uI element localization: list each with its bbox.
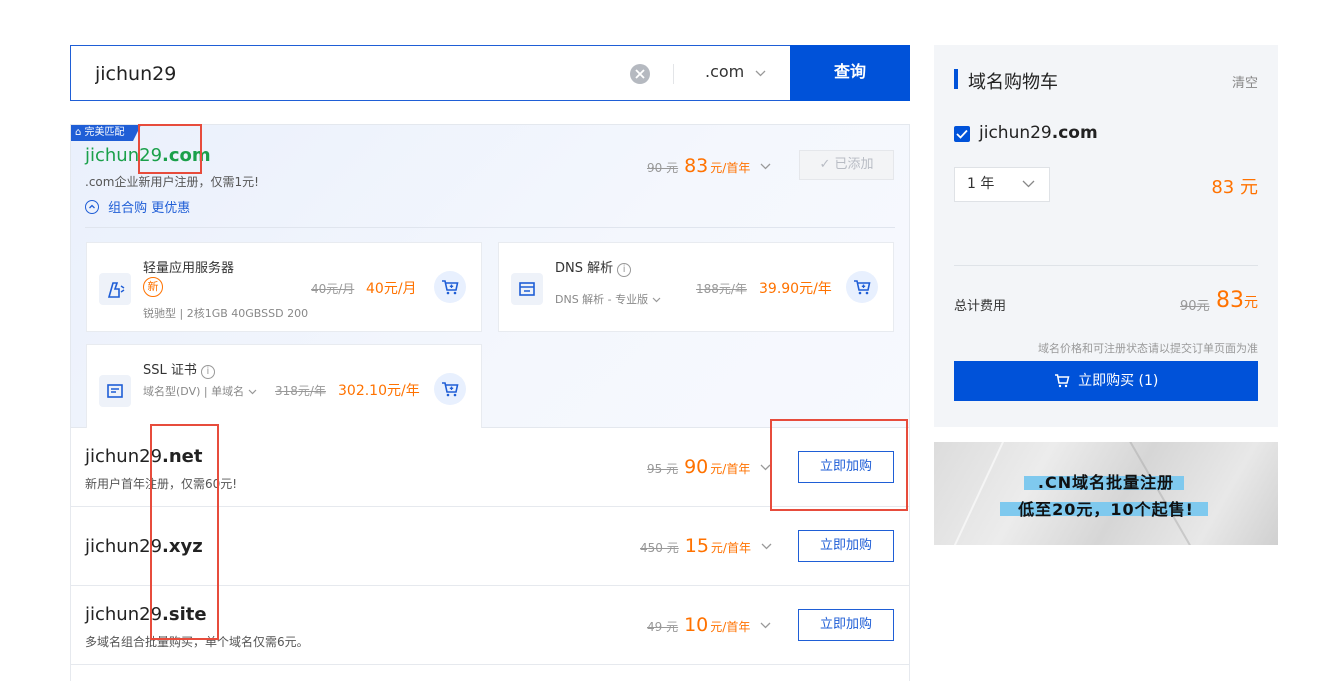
cart-item-checkbox[interactable] [954, 126, 970, 142]
product-name-wrap: SSL 证书 i [143, 359, 215, 379]
divider [673, 64, 674, 84]
product-card-server: 轻量应用服务器 新 40元/月 40元/月 锐驰型 | 2核1GB 40GBSS… [86, 242, 482, 332]
product-price: 302.10元/年 [338, 383, 420, 399]
current-price: 15 [684, 535, 709, 557]
perfect-match-badge: ⌂ 完美匹配 [71, 125, 141, 141]
domain-search-bar: .com 查询 [70, 45, 910, 101]
info-icon[interactable]: i [200, 365, 215, 379]
clear-icon[interactable] [630, 64, 650, 84]
suffix-select[interactable]: .com [705, 62, 766, 81]
current-price: 10 [684, 614, 709, 636]
banner-line-1: .CN域名批量注册 [1037, 473, 1175, 492]
annotation-box [150, 424, 219, 640]
old-price: 450 元 [640, 541, 679, 555]
total-price-value: 83 [1216, 288, 1244, 313]
product-name-wrap: DNS 解析 i [555, 257, 632, 277]
price-unit: 元/首年 [710, 620, 751, 634]
added-button[interactable]: ✓ 已添加 [799, 150, 894, 180]
annotation-box [770, 419, 908, 511]
price-unit: 元/首年 [710, 161, 751, 175]
total-old-price: 90元 [1180, 299, 1210, 314]
new-tag: 新 [143, 277, 163, 297]
year-select[interactable]: 1 年 [954, 167, 1050, 202]
current-price: 83 [684, 155, 709, 177]
cart-domain-name: jichun29 [979, 123, 1052, 143]
add-to-cart-icon[interactable] [846, 271, 878, 303]
product-name: DNS 解析 [555, 261, 614, 276]
price-notice: 域名价格和可注册状态请以提交订单页面为准 [1038, 342, 1258, 355]
product-old-price: 318元/年 [275, 384, 326, 398]
add-to-cart-button[interactable]: 立即加购 [798, 530, 894, 562]
suffix-value: .com [705, 62, 745, 81]
old-price: 95 元 [647, 462, 679, 476]
product-spec: 锐驰型 | 2核1GB 40GBSSD 200 [143, 307, 309, 320]
product-spec: 域名型(DV) | 单域名 [143, 385, 245, 398]
chevron-down-icon[interactable] [760, 159, 771, 173]
product-old-price: 40元/月 [311, 282, 355, 296]
chevron-down-icon [755, 62, 766, 81]
dns-icon [511, 273, 543, 305]
chevron-down-icon [652, 297, 661, 303]
total-label: 总计费用 [954, 299, 1007, 314]
promo-banner[interactable]: .CN域名批量注册 低至20元，10个起售! [934, 442, 1278, 545]
divider [85, 227, 895, 228]
total-price: 83元 [1216, 288, 1258, 313]
divider [954, 265, 1258, 266]
product-price: 40元/月 [366, 281, 417, 297]
chevron-down-icon [248, 389, 257, 395]
check-icon: ✓ [819, 157, 831, 172]
cart-domain-tld: .com [1051, 123, 1098, 143]
add-to-cart-button[interactable]: 立即加购 [798, 609, 894, 641]
buy-now-label: 立即购买 (1) [1078, 373, 1159, 389]
domain-price: 450 元 15 元/首年 [640, 535, 772, 557]
badge-label: 完美匹配 [84, 127, 125, 138]
banner-line-2: 低至20元，10个起售! [1018, 500, 1194, 519]
chevron-up-icon [85, 200, 99, 214]
product-spec-select[interactable]: 域名型(DV) | 单域名 [143, 383, 273, 399]
chevron-down-icon [1022, 168, 1035, 201]
year-value: 1 年 [967, 176, 995, 192]
title-accent [954, 69, 958, 89]
cart-item-price: 83 元 [1211, 177, 1258, 198]
chevron-down-icon[interactable] [761, 539, 772, 553]
product-price: 39.90元/年 [759, 281, 832, 297]
domain-row-partial [70, 665, 910, 681]
cart-title: 域名购物车 [968, 72, 1058, 93]
product-spec: DNS 解析 - 专业版 [555, 293, 649, 306]
combo-purchase-link[interactable]: 组合购 更优惠 [85, 197, 190, 216]
combo-link-label: 组合购 更优惠 [108, 201, 191, 216]
product-name: SSL 证书 [143, 363, 197, 378]
server-icon [99, 273, 131, 305]
price-unit: 元/首年 [710, 462, 751, 476]
info-icon[interactable]: i [617, 263, 632, 277]
domain-search-input[interactable] [95, 60, 615, 88]
product-card-dns: DNS 解析 i DNS 解析 - 专业版 188元/年 39.90元/年 [498, 242, 894, 332]
added-label: 已添加 [834, 157, 874, 172]
old-price: 49 元 [647, 620, 679, 634]
add-to-cart-icon[interactable] [434, 271, 466, 303]
cart-domain: jichun29.com [979, 123, 1098, 143]
domain-cart-panel: 域名购物车 清空 jichun29.com 1 年 83 元 总计费用 90元 … [934, 45, 1278, 427]
product-name: 轻量应用服务器 [143, 261, 235, 276]
domain-price: 95 元 90 元/首年 [647, 456, 771, 478]
current-price: 90 [684, 456, 709, 478]
search-button[interactable]: 查询 [790, 45, 910, 101]
product-spec-select[interactable]: DNS 解析 - 专业版 [555, 291, 685, 307]
buy-now-button[interactable]: 立即购买 (1) [954, 361, 1258, 401]
chevron-down-icon[interactable] [760, 618, 771, 632]
home-icon: ⌂ [75, 127, 82, 138]
certificate-icon [99, 375, 131, 407]
product-card-ssl: SSL 证书 i 域名型(DV) | 单域名 318元/年 302.10元/年 [86, 344, 482, 434]
cart-icon [1054, 374, 1070, 388]
product-old-price: 188元/年 [696, 282, 747, 296]
match-description: .com企业新用户注册，仅需1元! [85, 175, 259, 189]
old-price: 90 元 [647, 161, 679, 175]
total-price-unit: 元 [1244, 295, 1258, 311]
annotation-box [138, 124, 202, 174]
add-to-cart-icon[interactable] [434, 373, 466, 405]
domain-price: 49 元 10 元/首年 [647, 614, 771, 636]
clear-cart-link[interactable]: 清空 [1232, 72, 1258, 91]
price-unit: 元/首年 [710, 541, 751, 555]
match-price: 90 元 83 元/首年 [647, 155, 771, 177]
